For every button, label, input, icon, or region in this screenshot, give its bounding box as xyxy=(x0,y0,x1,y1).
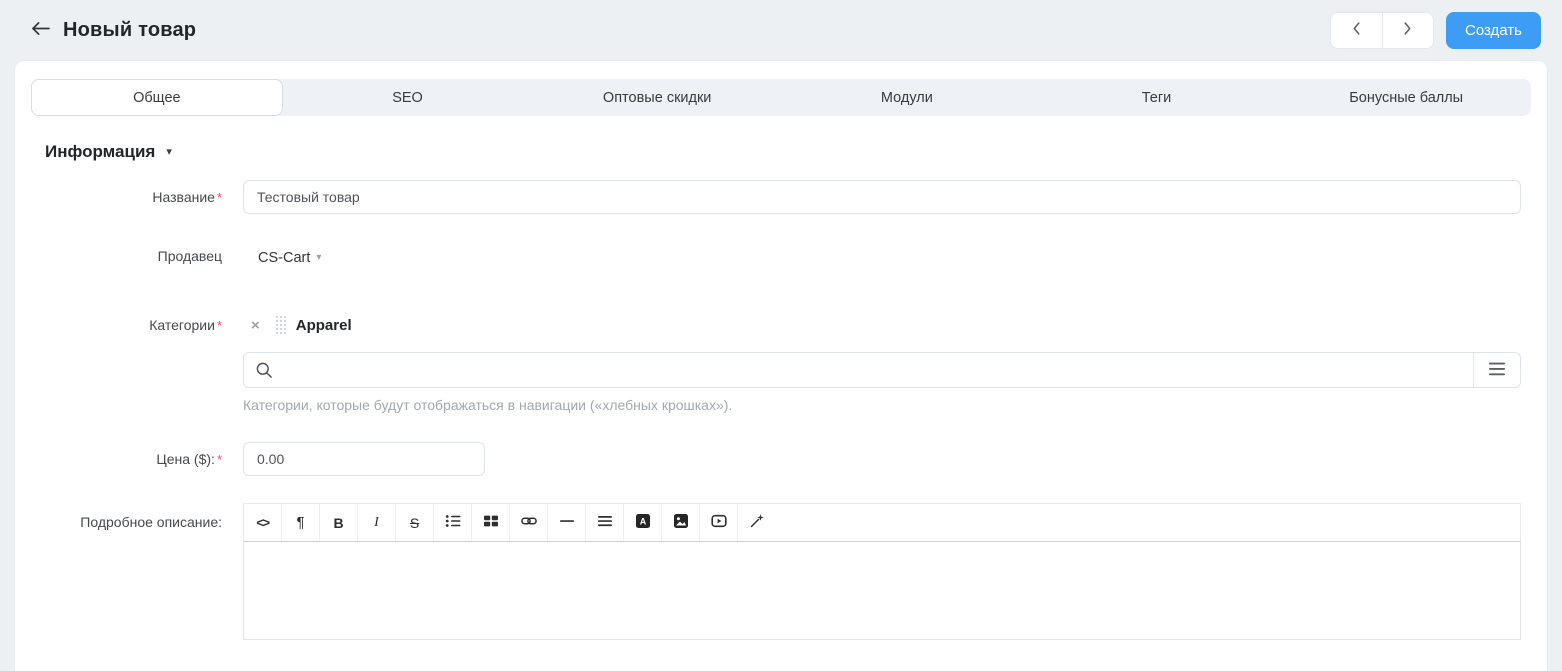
image-icon xyxy=(673,513,689,532)
align-icon xyxy=(597,513,613,532)
price-label: Цена ($): xyxy=(156,451,215,467)
category-chip: × Apparel xyxy=(243,312,1521,338)
section-title: Информация xyxy=(45,142,156,161)
magic-wand-button[interactable] xyxy=(738,504,776,541)
bold-button[interactable]: B xyxy=(320,504,358,541)
svg-text:A: A xyxy=(639,517,646,527)
bullet-list-button[interactable] xyxy=(434,504,472,541)
image-button[interactable] xyxy=(662,504,700,541)
section-information-header[interactable]: Информация ▾ xyxy=(45,142,1531,162)
vendor-label: Продавец xyxy=(157,248,222,264)
tab-general[interactable]: Общее xyxy=(31,79,283,116)
italic-icon: I xyxy=(374,514,379,530)
search-icon xyxy=(244,353,284,387)
strikethrough-button[interactable]: S xyxy=(396,504,434,541)
required-asterisk: * xyxy=(216,318,222,333)
product-name-input[interactable] xyxy=(243,180,1521,214)
previous-item-button[interactable] xyxy=(1330,12,1382,48)
required-asterisk: * xyxy=(216,452,222,467)
page-title: Новый товар xyxy=(63,18,197,41)
vendor-row: Продавец CS-Cart ▾ xyxy=(31,248,1531,272)
tab-wholesale-discounts[interactable]: Оптовые скидки xyxy=(532,79,782,116)
description-row: Подробное описание: <> ¶ B I S A xyxy=(31,503,1531,640)
bold-icon: B xyxy=(333,514,344,531)
blocks-icon xyxy=(483,513,499,532)
video-icon xyxy=(710,513,727,532)
italic-button[interactable]: I xyxy=(358,504,396,541)
category-search-input[interactable] xyxy=(284,353,1473,387)
price-input[interactable] xyxy=(243,442,485,476)
create-button[interactable]: Создать xyxy=(1445,11,1541,49)
menu-icon xyxy=(1488,362,1506,379)
horizontal-rule-button[interactable] xyxy=(548,504,586,541)
top-bar: Новый товар Создать xyxy=(0,0,1562,60)
strikethrough-icon: S xyxy=(409,514,420,531)
categories-row: Категории * × Apparel Категории, которые… xyxy=(31,312,1531,413)
tab-modules[interactable]: Модули xyxy=(782,79,1032,116)
blocks-button[interactable] xyxy=(472,504,510,541)
tab-seo[interactable]: SEO xyxy=(283,79,533,116)
magic-wand-icon xyxy=(749,513,765,532)
vendor-value: CS-Cart xyxy=(258,250,311,266)
code-icon: <> xyxy=(256,515,270,530)
vendor-dropdown[interactable]: CS-Cart ▾ xyxy=(258,250,321,266)
selected-category-name: Apparel xyxy=(295,316,352,334)
bullet-list-icon xyxy=(445,513,461,532)
back-button[interactable] xyxy=(27,17,53,43)
text-block-icon: A xyxy=(635,513,651,532)
required-asterisk: * xyxy=(216,190,222,205)
drag-handle-icon[interactable] xyxy=(275,315,287,335)
next-item-button[interactable] xyxy=(1381,12,1433,48)
prev-next-group xyxy=(1329,11,1434,49)
remove-category-icon[interactable]: × xyxy=(251,318,260,333)
horizontal-rule-icon xyxy=(559,513,575,532)
tab-bonus-points[interactable]: Бонусные баллы xyxy=(1281,79,1531,116)
product-form-card: Общее SEO Оптовые скидки Модули Теги Бон… xyxy=(14,60,1548,671)
rich-text-editor: <> ¶ B I S A xyxy=(243,503,1521,640)
categories-label: Категории xyxy=(149,317,215,333)
category-picker-button[interactable] xyxy=(1473,353,1520,387)
category-search-box xyxy=(243,352,1521,388)
caret-down-icon: ▾ xyxy=(316,252,322,263)
categories-help-text: Категории, которые будут отображаться в … xyxy=(243,397,733,413)
chevron-down-icon: ▾ xyxy=(166,145,172,158)
link-button[interactable] xyxy=(510,504,548,541)
text-block-button[interactable]: A xyxy=(624,504,662,541)
align-button[interactable] xyxy=(586,504,624,541)
editor-toolbar: <> ¶ B I S A xyxy=(243,503,1521,541)
code-button[interactable]: <> xyxy=(244,504,282,541)
link-icon xyxy=(520,513,537,532)
paragraph-icon: ¶ xyxy=(296,514,305,531)
description-label: Подробное описание: xyxy=(80,514,222,530)
price-row: Цена ($): * xyxy=(31,442,1531,476)
tab-tags[interactable]: Теги xyxy=(1032,79,1282,116)
chevron-right-icon xyxy=(1403,21,1412,39)
description-editor-content[interactable] xyxy=(243,541,1521,640)
paragraph-button[interactable]: ¶ xyxy=(282,504,320,541)
arrow-left-icon xyxy=(31,21,50,39)
tab-bar: Общее SEO Оптовые скидки Модули Теги Бон… xyxy=(31,79,1531,116)
product-name-label: Название xyxy=(152,189,215,205)
product-name-row: Название * xyxy=(31,180,1531,214)
video-button[interactable] xyxy=(700,504,738,541)
chevron-left-icon xyxy=(1352,21,1361,39)
